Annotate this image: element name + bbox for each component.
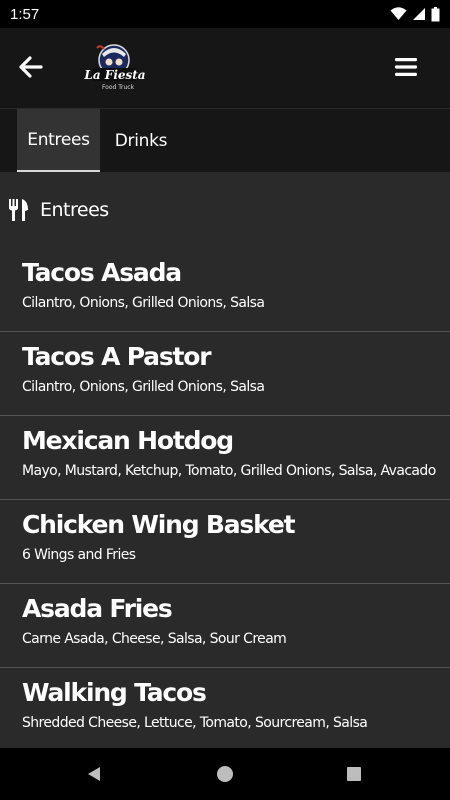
square-recents-icon [347,767,361,781]
menu-list: Tacos Asada Cilantro, Onions, Grilled On… [0,248,450,752]
logo-text: La Fiesta [84,68,146,82]
tab-entrees[interactable]: Entrees [17,109,100,172]
hamburger-icon [395,58,417,76]
item-name: Asada Fries [22,594,173,623]
logo-subtext: Food Truck [102,84,135,91]
nav-home-button[interactable] [213,762,237,786]
menu-item[interactable]: Tacos A Pastor Cilantro, Onions, Grilled… [0,332,450,416]
section-title: Entrees [40,199,109,221]
wifi-icon [390,7,407,20]
system-nav-bar [0,748,450,800]
item-description: Cilantro, Onions, Grilled Onions, Salsa [22,379,265,395]
back-button[interactable] [14,50,48,84]
menu-item[interactable]: Mexican Hotdog Mayo, Mustard, Ketchup, T… [0,416,450,500]
nav-recents-button[interactable] [342,762,366,786]
battery-icon [431,6,440,21]
item-description: Carne Asada, Cheese, Salsa, Sour Cream [22,631,287,647]
menu-item[interactable]: Tacos Asada Cilantro, Onions, Grilled On… [0,248,450,332]
tab-drinks[interactable]: Drinks [108,109,174,172]
nav-back-button[interactable] [82,762,106,786]
item-name: Walking Tacos [22,678,207,707]
status-icons [390,6,440,22]
item-description: Shredded Cheese, Lettuce, Tomato, Sourcr… [22,715,368,731]
menu-item[interactable]: Chicken Wing Basket 6 Wings and Fries [0,500,450,584]
tab-bar: Entrees Drinks [0,109,450,172]
item-name: Mexican Hotdog [22,426,234,455]
section-header: Entrees [0,172,450,248]
item-name: Chicken Wing Basket [22,510,296,539]
menu-button[interactable] [388,50,424,84]
triangle-back-icon [88,767,100,781]
signal-icon [413,8,425,20]
item-name: Tacos A Pastor [22,342,212,371]
status-bar: 1:57 [0,0,450,28]
item-description: 6 Wings and Fries [22,547,136,563]
item-description: Cilantro, Onions, Grilled Onions, Salsa [22,295,265,311]
app-bar: La Fiesta Food Truck [0,28,450,108]
menu-item[interactable]: Walking Tacos Shredded Cheese, Lettuce, … [0,668,450,752]
fork-knife-icon [9,199,28,221]
menu-item[interactable]: Asada Fries Carne Asada, Cheese, Salsa, … [0,584,450,668]
circle-home-icon [217,766,233,782]
item-description: Mayo, Mustard, Ketchup, Tomato, Grilled … [22,463,436,479]
status-time: 1:57 [10,5,40,23]
arrow-left-icon [19,56,43,78]
brand-logo: La Fiesta Food Truck [83,40,146,96]
item-name: Tacos Asada [22,258,182,287]
